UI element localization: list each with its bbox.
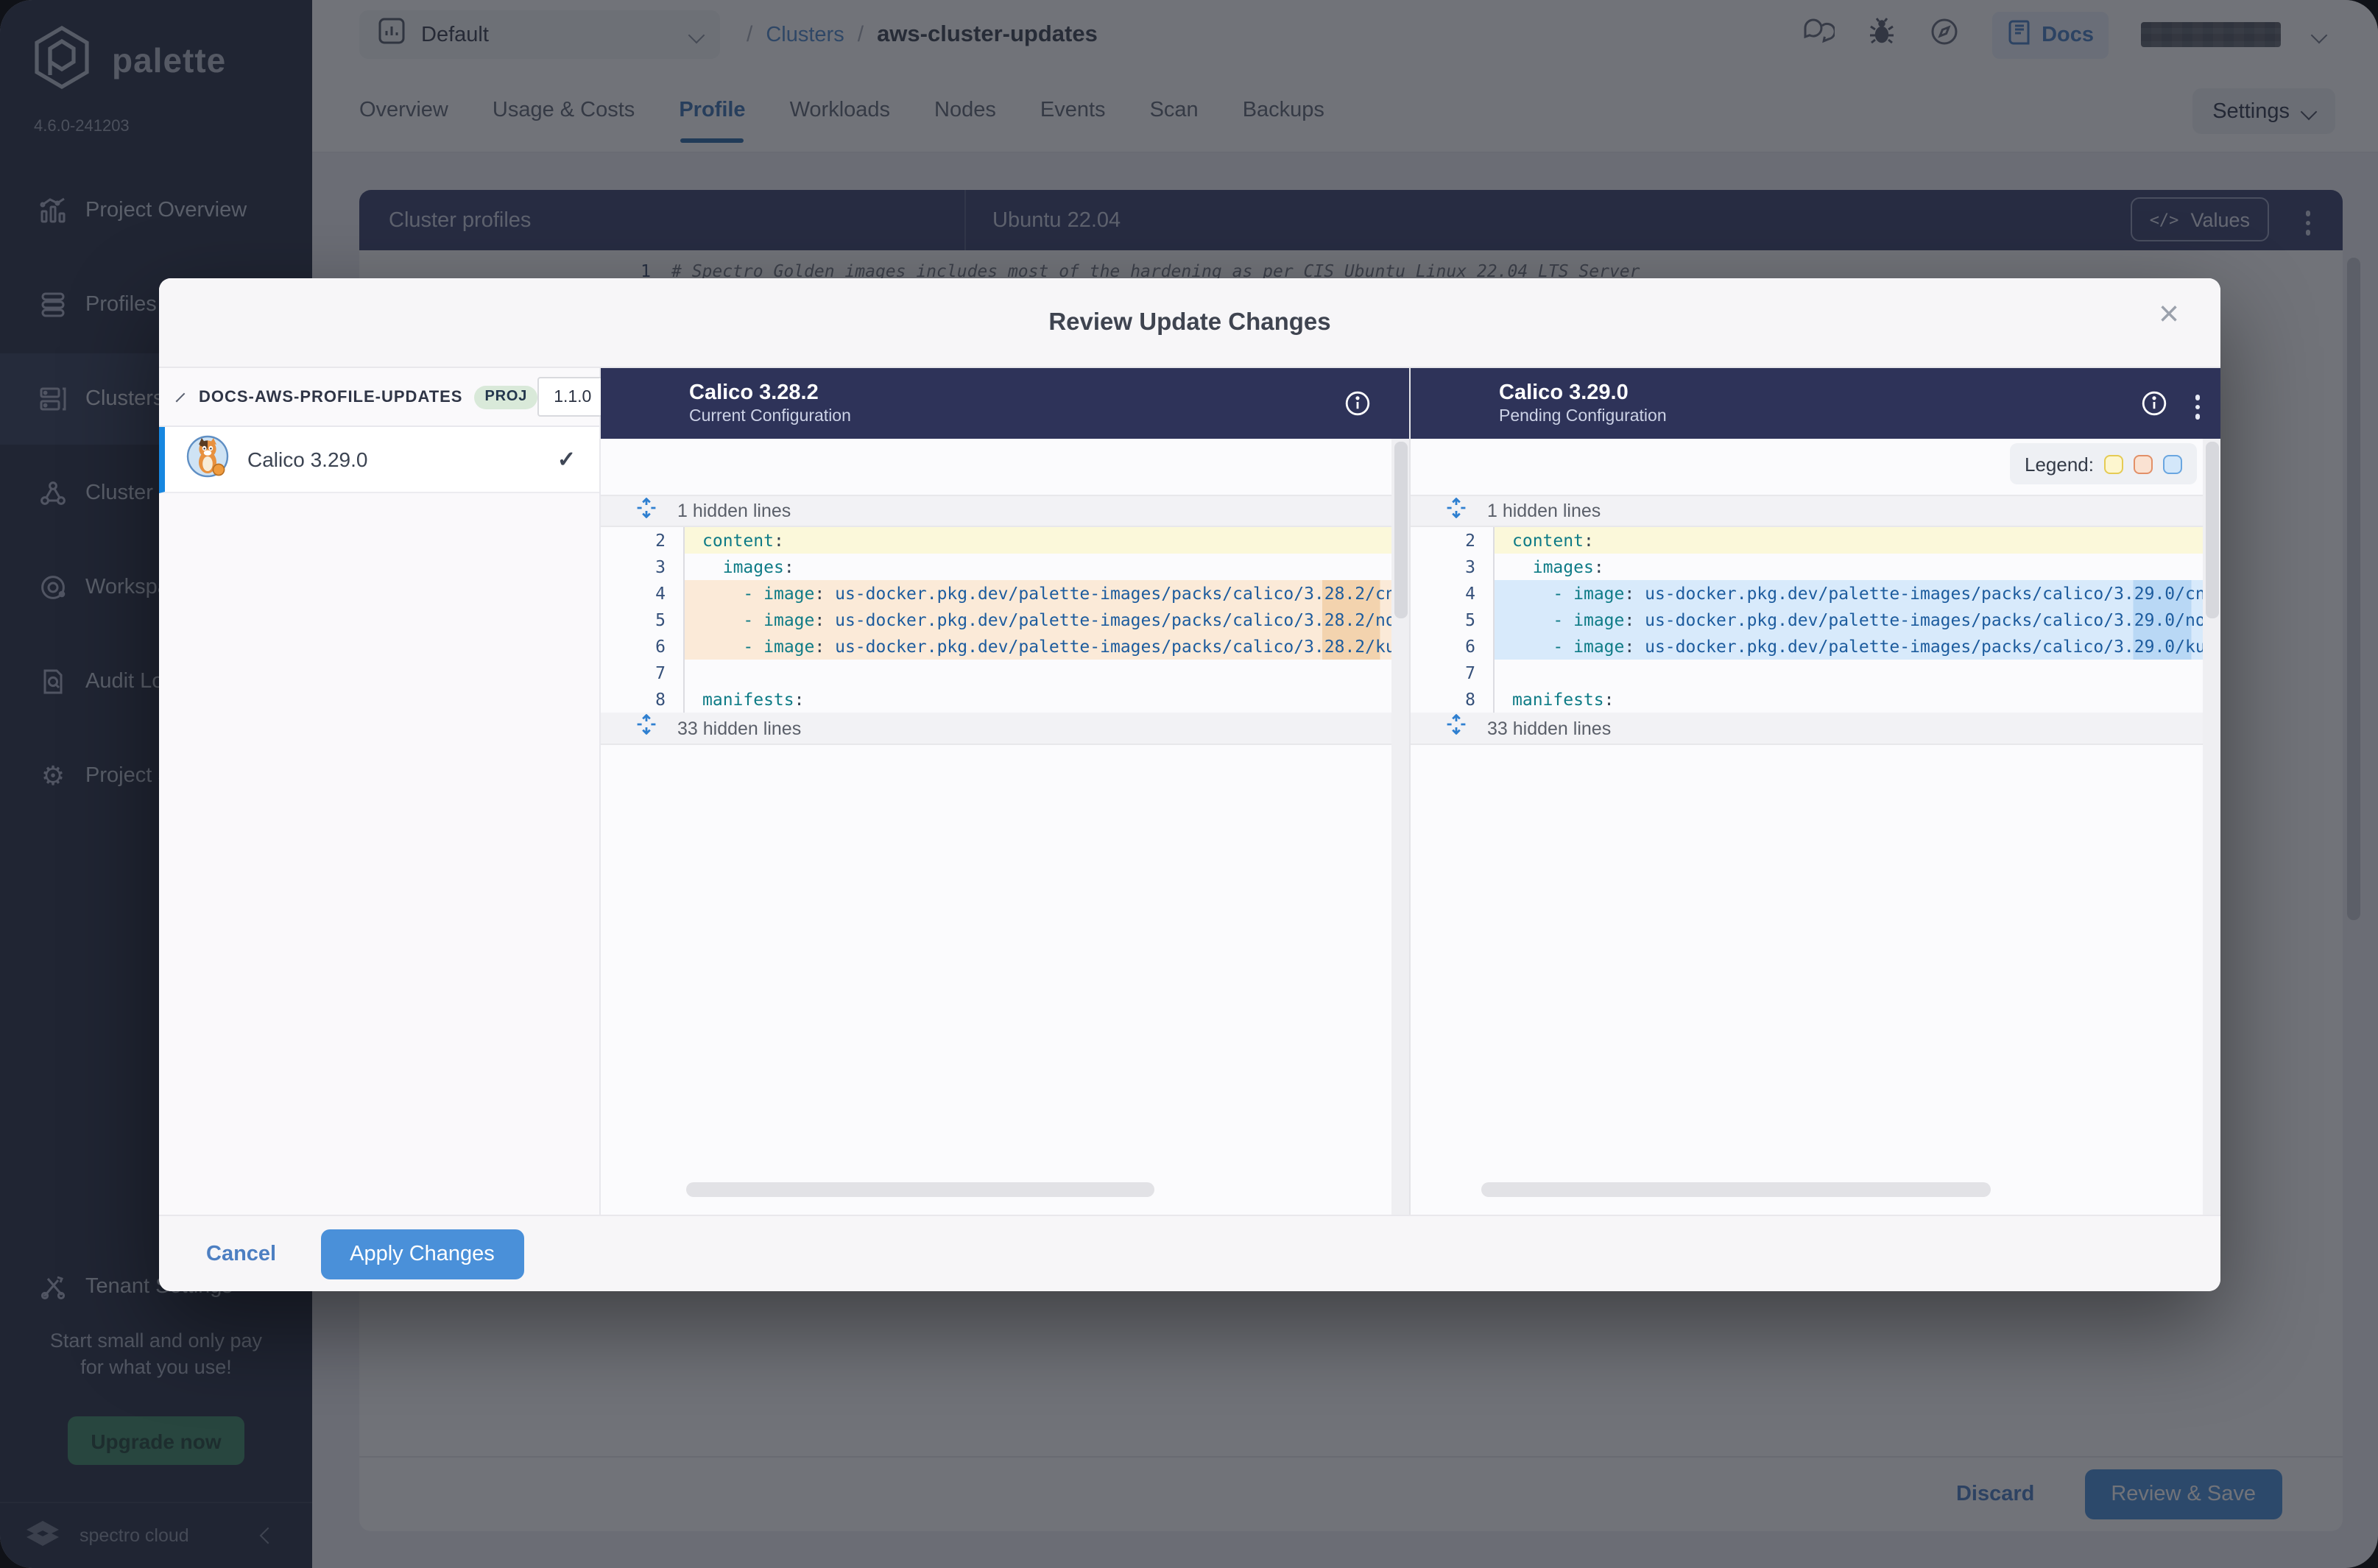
diff-line: 3 images: <box>1411 554 2220 580</box>
modal-body: DOCS-AWS-PROFILE-UPDATES PROJ 1.1.0 <box>159 368 2220 1215</box>
profile-pack-list: DOCS-AWS-PROFILE-UPDATES PROJ 1.1.0 <box>159 368 601 1215</box>
legend-label: Legend: <box>2025 453 2094 475</box>
legend-swatch-added <box>2163 454 2182 473</box>
line-number: 5 <box>601 607 683 633</box>
line-number: 4 <box>1411 580 1493 607</box>
check-icon: ✓ <box>557 446 576 473</box>
diff-pane-pending: Calico 3.29.0 Pending Configuration Lege… <box>1411 368 2220 1215</box>
unfold-icon[interactable] <box>636 714 657 742</box>
vertical-scrollbar[interactable] <box>2203 439 2220 1215</box>
line-content: - image: us-docker.pkg.dev/palette-image… <box>1493 633 2220 660</box>
pack-list-item-calico[interactable]: Calico 3.29.0 ✓ <box>159 427 599 493</box>
unfold-icon[interactable] <box>1446 497 1467 525</box>
diff-legend: Legend: <box>2010 443 2197 484</box>
close-icon[interactable]: × <box>2150 296 2188 334</box>
line-content: - image: us-docker.pkg.dev/palette-image… <box>1493 580 2220 607</box>
chevron-down-icon <box>176 392 186 402</box>
line-content: - image: us-docker.pkg.dev/palette-image… <box>683 633 1409 660</box>
line-content: - image: us-docker.pkg.dev/palette-image… <box>683 607 1409 633</box>
line-content: images: <box>1493 554 2220 580</box>
diff-line: 4 - image: us-docker.pkg.dev/palette-ima… <box>1411 580 2220 607</box>
legend-swatch-removed <box>2134 454 2153 473</box>
diff-line: 7 <box>601 660 1409 686</box>
current-config-editor[interactable]: 1 hidden lines 2 content: 3 images: 4 - … <box>601 439 1409 1215</box>
diff-line: 3 images: <box>601 554 1409 580</box>
line-content <box>683 660 1409 686</box>
screen: palette 4.6.0-241203 Project Overview Pr… <box>0 0 2378 1568</box>
line-number: 4 <box>601 580 683 607</box>
line-number: 2 <box>1411 527 1493 554</box>
line-content: content: <box>1493 527 2220 554</box>
profile-version-select[interactable]: 1.1.0 <box>537 377 607 417</box>
line-number: 7 <box>1411 660 1493 686</box>
diff-line: 4 - image: us-docker.pkg.dev/palette-ima… <box>601 580 1409 607</box>
review-update-changes-modal: Review Update Changes × DOCS-AWS-PROFILE… <box>159 278 2220 1291</box>
diff-line: 5 - image: us-docker.pkg.dev/palette-ima… <box>1411 607 2220 633</box>
pane-title: Calico 3.28.2 <box>689 381 1409 405</box>
pane-subtitle: Current Configuration <box>689 408 1409 425</box>
modal-header: Review Update Changes × <box>159 278 2220 368</box>
calico-pack-logo-icon <box>186 434 230 485</box>
line-content: - image: us-docker.pkg.dev/palette-image… <box>1493 607 2220 633</box>
current-pane-header: Calico 3.28.2 Current Configuration <box>601 368 1409 439</box>
info-icon[interactable] <box>1344 390 1371 424</box>
hidden-lines-top[interactable]: 1 hidden lines <box>1411 495 2220 527</box>
horizontal-scrollbar[interactable] <box>1481 1182 1991 1197</box>
line-content <box>1493 660 2220 686</box>
line-content: - image: us-docker.pkg.dev/palette-image… <box>683 580 1409 607</box>
profile-name: DOCS-AWS-PROFILE-UPDATES <box>199 388 463 406</box>
line-number: 6 <box>601 633 683 660</box>
line-content: manifests: <box>683 686 1409 713</box>
line-number: 3 <box>1411 554 1493 580</box>
scope-badge: PROJ <box>475 385 538 409</box>
diff-line: 7 <box>1411 660 2220 686</box>
line-number: 2 <box>601 527 683 554</box>
diff-line: 8 manifests: <box>1411 686 2220 713</box>
kebab-menu-icon[interactable] <box>2195 395 2200 419</box>
pane-subtitle: Pending Configuration <box>1499 408 2220 425</box>
diff-line: 6 - image: us-docker.pkg.dev/palette-ima… <box>601 633 1409 660</box>
hidden-lines-top[interactable]: 1 hidden lines <box>601 495 1409 527</box>
line-content: content: <box>683 527 1409 554</box>
legend-swatch-modified <box>2104 454 2123 473</box>
vertical-scrollbar[interactable] <box>1391 439 1409 1215</box>
pending-config-editor[interactable]: 1 hidden lines 2 content: 3 images: 4 - … <box>1411 439 2220 1215</box>
line-content: manifests: <box>1493 686 2220 713</box>
pack-name: Calico 3.29.0 <box>247 448 367 471</box>
line-number: 7 <box>601 660 683 686</box>
line-content: images: <box>683 554 1409 580</box>
line-number: 6 <box>1411 633 1493 660</box>
hidden-lines-bottom[interactable]: 33 hidden lines <box>1411 713 2220 745</box>
unfold-icon[interactable] <box>636 497 657 525</box>
line-number: 3 <box>601 554 683 580</box>
unfold-icon[interactable] <box>1446 714 1467 742</box>
modal-title: Review Update Changes <box>1048 308 1330 336</box>
cancel-button[interactable]: Cancel <box>197 1241 285 1268</box>
diff-pane-current: Calico 3.28.2 Current Configuration 1 hi… <box>601 368 1411 1215</box>
line-number: 8 <box>601 686 683 713</box>
diff-line: 5 - image: us-docker.pkg.dev/palette-ima… <box>601 607 1409 633</box>
diff-line: 8 manifests: <box>601 686 1409 713</box>
pane-title: Calico 3.29.0 <box>1499 381 2220 405</box>
diff-line: 2 content: <box>601 527 1409 554</box>
horizontal-scrollbar[interactable] <box>686 1182 1154 1197</box>
profile-header[interactable]: DOCS-AWS-PROFILE-UPDATES PROJ 1.1.0 <box>159 368 599 427</box>
apply-changes-button[interactable]: Apply Changes <box>320 1229 524 1279</box>
info-icon[interactable] <box>2141 390 2167 424</box>
hidden-lines-bottom[interactable]: 33 hidden lines <box>601 713 1409 745</box>
line-number: 8 <box>1411 686 1493 713</box>
modal-footer: Cancel Apply Changes <box>159 1215 2220 1291</box>
line-number: 5 <box>1411 607 1493 633</box>
diff-line: 6 - image: us-docker.pkg.dev/palette-ima… <box>1411 633 2220 660</box>
diff-line: 2 content: <box>1411 527 2220 554</box>
pending-pane-header: Calico 3.29.0 Pending Configuration <box>1411 368 2220 439</box>
